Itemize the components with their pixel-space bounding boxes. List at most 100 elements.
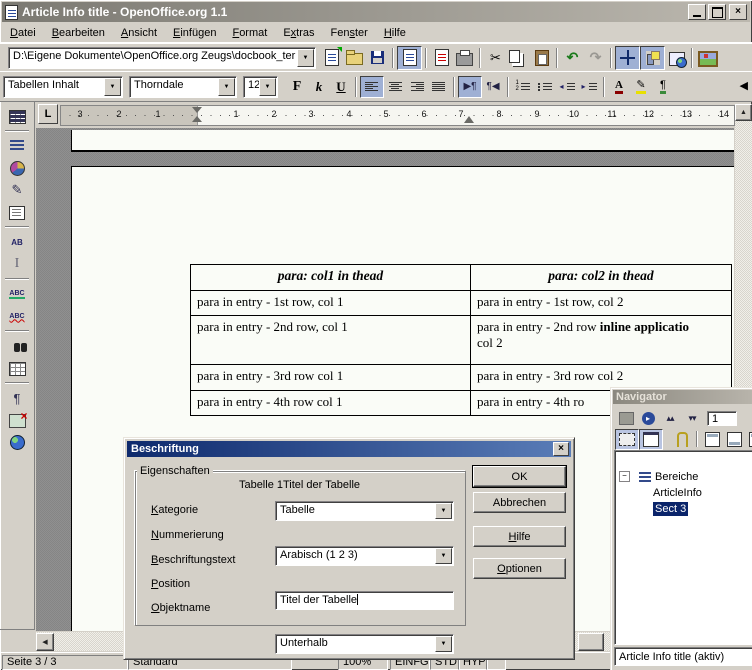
text-direction-ltr-button[interactable]: ▶¶: [458, 76, 482, 98]
category-dropdown-button[interactable]: ▼: [435, 503, 452, 519]
help-button[interactable]: Hilfe: [473, 526, 566, 547]
collapse-icon[interactable]: −: [619, 471, 630, 482]
nav-set-reminder-button[interactable]: [671, 430, 693, 449]
scroll-left-button[interactable]: ◀: [36, 633, 54, 651]
table-cell[interactable]: para in entry - 1st row, col 2: [471, 291, 731, 316]
align-justify-button[interactable]: [428, 77, 450, 97]
paragraph-background-button[interactable]: ¶: [652, 77, 674, 97]
redo-button[interactable]: ↷: [584, 47, 607, 69]
align-right-button[interactable]: [406, 77, 428, 97]
menu-fenster[interactable]: Fenster: [323, 25, 376, 41]
close-button[interactable]: ×: [729, 4, 747, 20]
nav-previous-button[interactable]: ▴▴: [659, 409, 681, 428]
direct-cursor-button[interactable]: I: [6, 253, 29, 275]
insert-button[interactable]: [6, 105, 29, 127]
navigator-toggle-button[interactable]: [615, 46, 640, 70]
cut-button[interactable]: ✂: [484, 47, 507, 69]
undo-button[interactable]: ↶: [561, 47, 584, 69]
page-number-spinner[interactable]: 1: [707, 411, 737, 426]
align-left-button[interactable]: [360, 76, 384, 98]
maximize-button[interactable]: [708, 4, 726, 20]
style-dropdown-button[interactable]: ▼: [104, 78, 121, 96]
nav-next-button[interactable]: ▾▾: [681, 409, 703, 428]
data-sources-button[interactable]: [6, 357, 29, 379]
options-button[interactable]: Optionen: [473, 558, 566, 579]
minimize-button[interactable]: [688, 4, 706, 20]
nav-footer-button[interactable]: [723, 430, 745, 449]
nonprinting-characters-button[interactable]: ¶: [6, 387, 29, 409]
position-dropdown-button[interactable]: ▼: [435, 636, 452, 652]
menu-ansicht[interactable]: Ansicht: [113, 25, 165, 41]
ok-button[interactable]: OK: [473, 466, 566, 487]
url-dropdown-button[interactable]: ▼: [297, 49, 314, 67]
scroll-up-button[interactable]: ▲: [735, 104, 752, 121]
horizontal-ruler[interactable]: 3 2 1 1 2 3 4 5 6 7 8 9 10 11 12 13 14: [60, 105, 735, 126]
toolbar-more-arrow[interactable]: ◀: [740, 79, 748, 92]
paste-button[interactable]: [530, 47, 553, 69]
menu-format[interactable]: Format: [224, 25, 275, 41]
increase-indent-button[interactable]: [578, 77, 600, 97]
tab-type-selector[interactable]: L: [38, 104, 58, 124]
nav-header-button[interactable]: [701, 430, 723, 449]
bullet-list-button[interactable]: [534, 77, 556, 97]
numbered-list-button[interactable]: [512, 77, 534, 97]
table-cell[interactable]: para in entry - 2nd row, col 1: [191, 316, 471, 365]
caption-text-input[interactable]: Titel der Tabelle: [275, 591, 454, 610]
graphics-on-off-button[interactable]: [6, 409, 29, 431]
italic-button[interactable]: k: [308, 77, 330, 97]
paragraph-style-combobox[interactable]: Tabellen Inhalt ▼: [3, 76, 123, 98]
table-header-cell[interactable]: para: col2 in thead: [471, 265, 731, 291]
table-header-cell[interactable]: para: col1 in thead: [191, 265, 471, 291]
decrease-indent-button[interactable]: [556, 77, 578, 97]
tree-item-bereiche[interactable]: − Bereiche: [619, 469, 698, 484]
open-button[interactable]: [343, 47, 366, 69]
draw-functions-button[interactable]: ✎: [6, 179, 29, 201]
gallery-button[interactable]: [696, 47, 719, 69]
nav-content-view-button[interactable]: [639, 429, 663, 450]
first-line-indent-marker[interactable]: [192, 116, 202, 122]
nav-zoom-mode-button[interactable]: [615, 429, 639, 450]
online-layout-button[interactable]: [6, 431, 29, 453]
navigator-tree[interactable]: − Bereiche ArticleInfo Sect 3: [614, 450, 752, 645]
font-size-combobox[interactable]: 12 ▼: [243, 76, 278, 98]
dialog-close-button[interactable]: ×: [553, 442, 569, 456]
cancel-button[interactable]: Abbrechen: [473, 492, 566, 513]
form-functions-button[interactable]: [6, 201, 29, 223]
auto-spellcheck-button[interactable]: ABC: [6, 305, 29, 327]
bold-button[interactable]: F: [286, 77, 308, 97]
numbering-combobox[interactable]: Arabisch (1 2 3) ▼: [275, 546, 454, 566]
menu-hilfe[interactable]: Hilfe: [376, 25, 414, 41]
stylist-toggle-button[interactable]: [640, 46, 665, 70]
font-name-combobox[interactable]: Thorndale ▼: [129, 76, 237, 98]
underline-button[interactable]: U: [330, 77, 352, 97]
nav-toggle-button[interactable]: [615, 409, 637, 428]
copy-button[interactable]: [507, 47, 530, 69]
menu-bearbeiten[interactable]: Bearbeiten: [44, 25, 113, 41]
table-cell[interactable]: para in entry - 4th row col 1: [191, 391, 471, 415]
document-url-combobox[interactable]: D:\Eigene Dokumente\OpenOffice.org Zeugs…: [8, 47, 316, 69]
insert-object-button[interactable]: [6, 157, 29, 179]
horizontal-scrollbar-thumb[interactable]: [578, 633, 604, 651]
menu-einfuegen[interactable]: Einfügen: [165, 25, 224, 41]
category-combobox[interactable]: Tabelle ▼: [275, 501, 454, 521]
export-pdf-button[interactable]: [430, 47, 453, 69]
insert-fields-button[interactable]: [6, 135, 29, 157]
font-dropdown-button[interactable]: ▼: [218, 78, 235, 96]
hyperlink-dialog-button[interactable]: [665, 47, 688, 69]
size-dropdown-button[interactable]: ▼: [259, 78, 276, 96]
table-cell[interactable]: para in entry - 1st row, col 1: [191, 291, 471, 316]
print-button[interactable]: [453, 47, 476, 69]
nav-navigation-button[interactable]: ▸: [637, 409, 659, 428]
find-replace-button[interactable]: [6, 335, 29, 357]
edit-file-button[interactable]: [397, 46, 422, 70]
text-direction-rtl-button[interactable]: ¶◀: [482, 77, 504, 97]
nav-anchor-button[interactable]: [745, 430, 752, 449]
highlighting-button[interactable]: ✎: [630, 77, 652, 97]
tree-item-sect3[interactable]: Sect 3: [653, 501, 688, 516]
spellcheck-button[interactable]: ABC: [6, 283, 29, 305]
right-indent-marker[interactable]: [464, 116, 474, 123]
font-color-button[interactable]: A: [608, 77, 630, 97]
table-cell[interactable]: para in entry - 2nd row inline applicati…: [471, 316, 731, 365]
autotext-button[interactable]: AB: [6, 231, 29, 253]
left-indent-marker[interactable]: [192, 107, 202, 113]
